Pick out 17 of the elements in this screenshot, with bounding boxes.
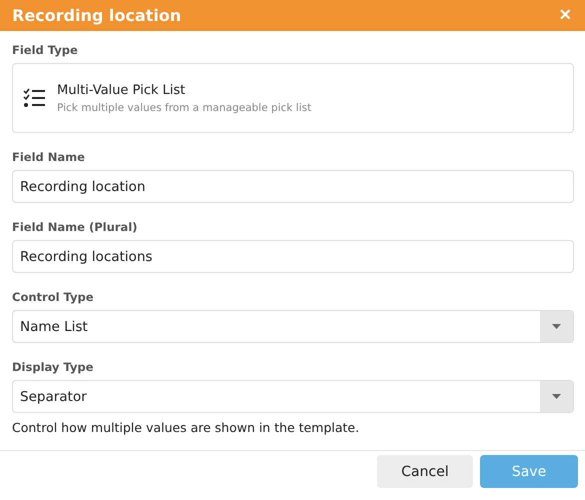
cancel-button[interactable]: Cancel <box>377 455 473 488</box>
help-text: Control how multiple values are shown in the template. <box>12 420 360 436</box>
field-label: Field Name <box>12 150 86 164</box>
dialog-title: Recording location <box>12 6 182 26</box>
caret-icon <box>552 324 561 330</box>
checklist-icon <box>23 88 45 108</box>
field-label: Display Type <box>12 360 94 374</box>
select-field[interactable]: Separator <box>12 380 574 414</box>
field-label: Control Type <box>12 290 95 304</box>
select-field[interactable]: Name List <box>12 310 574 344</box>
input-field[interactable]: Recording locations <box>12 240 574 274</box>
field-type-description: Pick multiple values from a manageable pick list <box>57 102 312 114</box>
field-type-name: Multi-Value Pick List <box>57 82 186 98</box>
input-field[interactable]: Recording location <box>12 170 574 204</box>
field-label: Field Type <box>12 43 79 58</box>
field-label: Field Name (Plural) <box>12 220 138 234</box>
caret-icon <box>552 394 561 400</box>
